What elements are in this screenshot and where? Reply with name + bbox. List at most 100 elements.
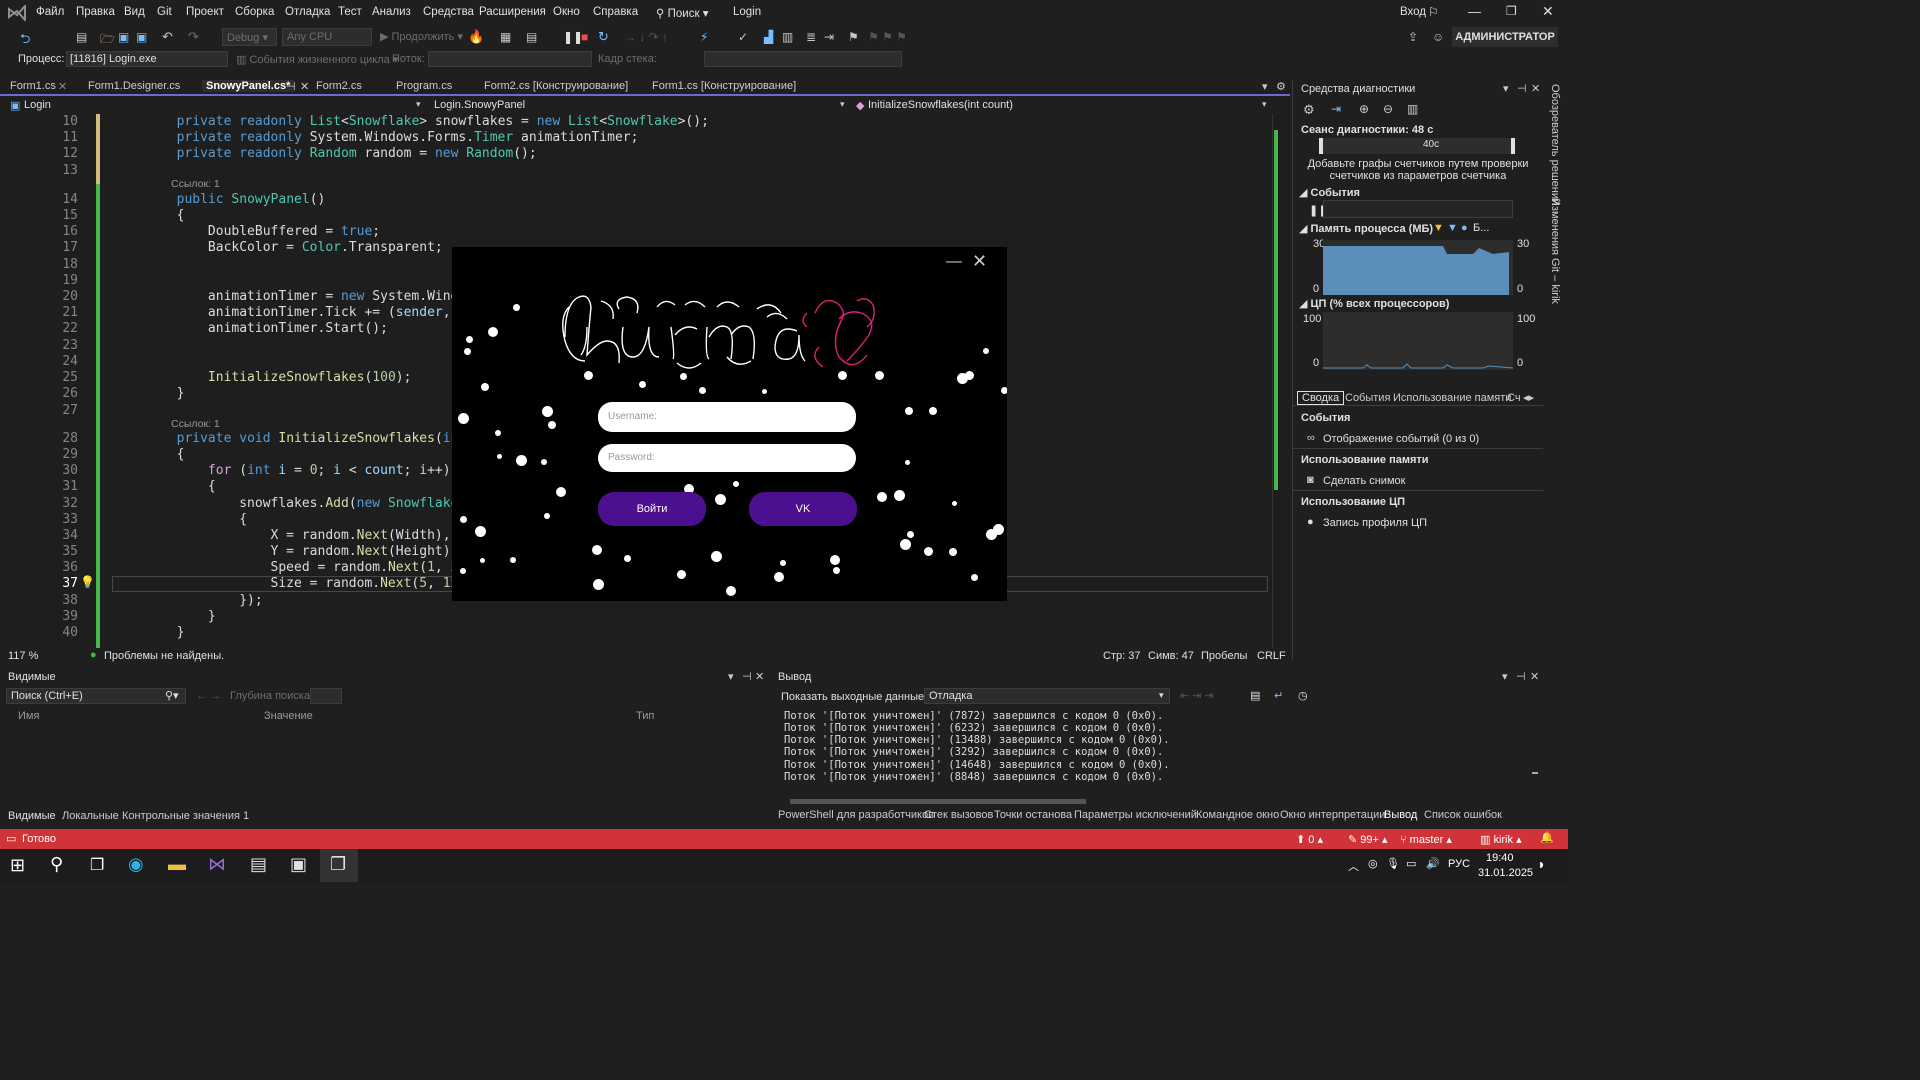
- visual-studio-icon[interactable]: ⋈: [208, 854, 226, 875]
- layout-icon[interactable]: ▤: [526, 30, 537, 44]
- tab-counters[interactable]: Сч: [1507, 392, 1521, 404]
- save-all-icon[interactable]: ▣: [136, 30, 147, 44]
- process-select[interactable]: [11816] Login.exe: [66, 51, 228, 67]
- column-type[interactable]: Тип: [636, 710, 654, 722]
- take-snapshot-link[interactable]: Сделать снимок: [1323, 475, 1405, 487]
- redo-icon[interactable]: ↷: [188, 29, 199, 45]
- notifications-icon[interactable]: 🔔: [1540, 831, 1554, 844]
- tab-program[interactable]: Program.cs: [396, 80, 452, 92]
- solution-explorer-tab[interactable]: Обозреватель решений: [1549, 84, 1561, 205]
- clear-all-icon[interactable]: ▤: [1250, 689, 1260, 702]
- line-indicator[interactable]: Стр: 37: [1103, 650, 1140, 662]
- tab-watch-1[interactable]: Контрольные значения 1: [122, 810, 249, 822]
- nav-member[interactable]: InitializeSnowflakes(int count): [868, 99, 1013, 111]
- account-icon[interactable]: ⚐: [1428, 5, 1439, 19]
- password-input[interactable]: Password:: [598, 444, 856, 472]
- restore-icon[interactable]: ❐: [1506, 4, 1517, 18]
- focus-assist-icon[interactable]: ◑: [1536, 856, 1544, 872]
- output-vscrollbar[interactable]: [1530, 708, 1540, 803]
- nav-arrows-icon[interactable]: ← →: [196, 690, 221, 702]
- feedback-icon[interactable]: ☺: [1432, 30, 1444, 44]
- nav-project[interactable]: Login: [24, 99, 51, 111]
- eol-indicator[interactable]: CRLF: [1257, 650, 1286, 662]
- menu-analyze[interactable]: Анализ: [372, 6, 411, 18]
- menu-test[interactable]: Тест: [338, 6, 362, 18]
- thread-select[interactable]: [428, 51, 592, 67]
- tab-autos[interactable]: Видимые: [8, 810, 56, 822]
- panel-menu-icon[interactable]: ▾: [728, 670, 734, 683]
- username-input[interactable]: Username:: [598, 402, 856, 432]
- volume-icon[interactable]: 🔊: [1426, 857, 1440, 870]
- edge-icon[interactable]: ◉: [128, 854, 144, 875]
- tab-output[interactable]: Вывод: [1384, 809, 1417, 821]
- editor-scrollbar[interactable]: [1272, 114, 1286, 648]
- menu-build[interactable]: Сборка: [235, 6, 274, 18]
- menu-tools[interactable]: Средства: [423, 6, 474, 18]
- open-folder-icon[interactable]: 🗁: [100, 30, 115, 51]
- visual-studio-logo-icon[interactable]: [8, 5, 26, 21]
- settings-icon[interactable]: ⚙: [1303, 102, 1315, 118]
- menu-debug[interactable]: Отладка: [285, 6, 330, 18]
- close-icon[interactable]: ✕: [972, 251, 987, 272]
- file-explorer-icon[interactable]: ▬: [168, 854, 186, 875]
- memory-graph[interactable]: [1323, 240, 1513, 295]
- tab-call-stack[interactable]: Стек вызовов: [924, 809, 993, 821]
- find-message-icons[interactable]: ⇤ ⇥ ⇥: [1180, 689, 1214, 702]
- start-icon[interactable]: ⊞: [10, 855, 25, 876]
- tab-close-icon[interactable]: ✕: [300, 80, 309, 93]
- menu-window[interactable]: Окно: [553, 6, 580, 18]
- live-visual-tree-icon[interactable]: ▟: [764, 30, 773, 44]
- tray-app-icon[interactable]: ◎: [1368, 857, 1378, 870]
- search-menu[interactable]: ⚲ Поиск ▾: [656, 6, 708, 20]
- tab-scroll-icon[interactable]: ◂▸: [1523, 391, 1534, 404]
- hot-reload-icon[interactable]: 🔥: [468, 29, 484, 45]
- timeline-handle[interactable]: [1511, 138, 1515, 154]
- save-icon[interactable]: ▣: [118, 30, 129, 44]
- column-indicator[interactable]: Симв: 47: [1148, 650, 1194, 662]
- running-app-button[interactable]: ❐: [320, 849, 358, 882]
- tab-exception-settings[interactable]: Параметры исключений: [1074, 809, 1197, 821]
- record-cpu-profile-link[interactable]: Запись профиля ЦП: [1323, 517, 1427, 529]
- events-track[interactable]: [1323, 200, 1513, 218]
- menu-extensions[interactable]: Расширения: [479, 6, 546, 18]
- document-app-icon[interactable]: ▤: [250, 854, 267, 875]
- tab-snowypanel[interactable]: SnowyPanel.cs*: [202, 80, 295, 92]
- pin-icon[interactable]: ⊣: [742, 670, 752, 683]
- platform-select[interactable]: Any CPU: [282, 28, 372, 46]
- format-icon[interactable]: ≣: [806, 30, 816, 44]
- close-icon[interactable]: ✕: [755, 670, 764, 683]
- menu-git[interactable]: Git: [157, 6, 172, 18]
- tab-error-list[interactable]: Список ошибок: [1424, 809, 1502, 821]
- bookmark-nav-icons[interactable]: ⚑ ⚑ ⚑: [868, 30, 907, 44]
- timestamp-icon[interactable]: ◷: [1298, 689, 1308, 702]
- chevron-down-icon[interactable]: ▾: [840, 99, 845, 110]
- memory-header[interactable]: ◢ Память процесса (МБ): [1299, 222, 1433, 235]
- tab-breakpoints[interactable]: Точки останова: [994, 809, 1072, 821]
- git-changes-tab[interactable]: Изменения Git – kirik: [1549, 198, 1561, 304]
- chevron-down-icon[interactable]: ▾: [416, 99, 421, 110]
- pin-icon[interactable]: ⊣: [1516, 670, 1526, 683]
- undo-icon[interactable]: ↶: [162, 29, 173, 45]
- tab-immediate-window[interactable]: Окно интерпретации: [1280, 809, 1385, 821]
- settings-icon[interactable]: ⚙: [1276, 80, 1286, 93]
- breakpoint-icon[interactable]: ✓: [738, 30, 748, 44]
- window-app-icon[interactable]: ▣: [290, 854, 307, 875]
- lightbulb-icon[interactable]: 💡: [80, 575, 95, 589]
- scroll-thumb[interactable]: [1532, 772, 1538, 774]
- changes-indicator[interactable]: ✎ 99+ ▴: [1348, 833, 1388, 846]
- cpu-graph[interactable]: [1323, 312, 1513, 370]
- clock-time[interactable]: 19:40: [1486, 852, 1514, 864]
- export-icon[interactable]: ⇥: [1331, 102, 1341, 116]
- share-icon[interactable]: ⇪: [1408, 30, 1418, 44]
- search-icon[interactable]: ⚲: [50, 854, 63, 875]
- configuration-select[interactable]: Debug ▾: [222, 28, 277, 46]
- tab-form1-designer-view[interactable]: Form1.cs [Конструирование]: [652, 80, 796, 92]
- chart-icon[interactable]: ▥: [1407, 102, 1418, 116]
- continue-button[interactable]: ▶ Продолжить ▾: [380, 30, 463, 43]
- tab-form1[interactable]: Form1.cs: [10, 80, 56, 92]
- word-wrap-icon[interactable]: ↵: [1274, 689, 1283, 702]
- tab-pin-icon[interactable]: ⊣: [286, 80, 296, 93]
- login-form-window[interactable]: — ✕ Username: Password: Войти VK: [452, 247, 1007, 601]
- new-project-icon[interactable]: ▤: [76, 30, 87, 44]
- events-header[interactable]: ◢ События: [1299, 186, 1360, 199]
